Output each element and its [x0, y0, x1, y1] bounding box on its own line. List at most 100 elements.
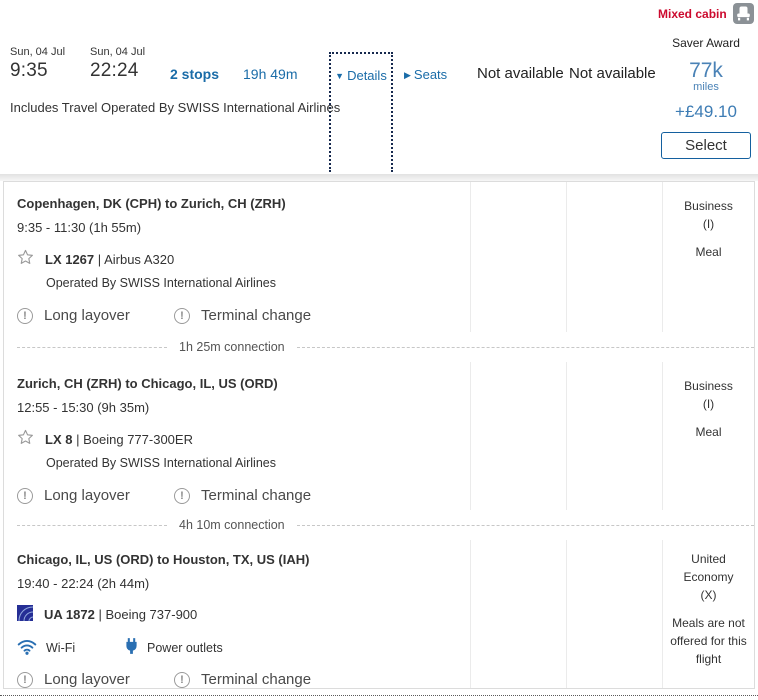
details-label: Details: [347, 68, 387, 83]
chevron-right-icon: ▶: [404, 70, 411, 81]
segment-1-route: Copenhagen, DK (CPH) to Zurich, CH (ZRH): [17, 196, 470, 211]
meal-info: Meal: [667, 423, 750, 441]
segment-1-flight-row: LX 1267 | Airbus A320: [17, 249, 470, 269]
segment-2-flight-row: LX 8 | Boeing 777-300ER: [17, 429, 470, 449]
depart-date: Sun, 04 Jul: [10, 46, 65, 58]
dashed-divider: [17, 525, 167, 526]
segment-1-cabin-info: Business (I) Meal: [662, 182, 754, 332]
duration-label: 19h 49m: [243, 66, 297, 82]
segment-row-1: Copenhagen, DK (CPH) to Zurich, CH (ZRH)…: [4, 182, 754, 332]
fare-not-available-2: Not available: [569, 65, 656, 82]
segment-1-warnings: !Long layover !Terminal change: [17, 307, 470, 324]
segment-3-amenities: Wi-Fi Power outlets: [17, 638, 470, 658]
cash-price: +£49.10: [657, 102, 755, 122]
segment-3-times: 19:40 - 22:24 (2h 44m): [17, 576, 470, 591]
fare-not-available-1: Not available: [477, 65, 564, 82]
separator: |: [76, 432, 79, 447]
flight-summary-row: Sun, 04 Jul 9:35 Sun, 04 Jul 22:24 2 sto…: [0, 0, 758, 174]
arrive-date: Sun, 04 Jul: [90, 46, 145, 58]
power-amenity: Power outlets: [125, 638, 223, 658]
connection-label: 1h 25m connection: [179, 340, 285, 354]
arrive-time: 22:24: [90, 60, 139, 82]
section-gap: [0, 174, 758, 181]
segment-2-cabin-info: Business (I) Meal: [662, 362, 754, 510]
details-toggle-button[interactable]: ▼Details: [335, 68, 387, 83]
details-empty-column: [566, 540, 662, 688]
warning-long-layover: !Long layover: [17, 307, 174, 324]
seat-icon[interactable]: [733, 3, 754, 29]
flight-details-panel: Copenhagen, DK (CPH) to Zurich, CH (ZRH)…: [3, 181, 755, 689]
segment-3-main: Chicago, IL, US (ORD) to Houston, TX, US…: [4, 540, 470, 688]
bottom-dotted-divider: [0, 695, 758, 696]
select-button[interactable]: Select: [661, 132, 751, 159]
aircraft-type: Airbus A320: [104, 252, 174, 267]
warning-icon: !: [174, 488, 190, 504]
details-empty-column: [470, 540, 566, 688]
segment-row-2: Zurich, CH (ZRH) to Chicago, IL, US (ORD…: [4, 362, 754, 510]
flight-number: LX 8: [45, 432, 72, 447]
mixed-cabin-label: Mixed cabin: [658, 7, 727, 21]
connection-row-2: 4h 10m connection: [4, 510, 754, 540]
warning-long-layover: !Long layover: [17, 671, 174, 688]
meal-info: Meal: [667, 243, 750, 261]
dashed-divider: [297, 347, 754, 348]
cabin-name: Business: [667, 377, 750, 395]
cabin-name: United Economy: [667, 550, 750, 586]
wifi-amenity: Wi-Fi: [17, 639, 125, 658]
segment-3-cabin-info: United Economy (X) Meals are not offered…: [662, 540, 754, 688]
warning-icon: !: [17, 308, 33, 324]
warning-icon: !: [17, 672, 33, 688]
warning-terminal-change: !Terminal change: [174, 671, 311, 688]
details-empty-column: [470, 182, 566, 332]
cabin-name: Business: [667, 197, 750, 215]
segment-1-main: Copenhagen, DK (CPH) to Zurich, CH (ZRH)…: [4, 182, 470, 332]
separator: |: [98, 607, 101, 622]
swiss-star-icon: [17, 249, 34, 269]
warning-icon: !: [174, 672, 190, 688]
warning-icon: !: [17, 488, 33, 504]
miles-value: 77k: [657, 60, 755, 81]
segment-3-flight-text: UA 1872 | Boeing 737-900: [44, 607, 197, 622]
operated-note: Includes Travel Operated By SWISS Intern…: [10, 100, 340, 115]
aircraft-type: Boeing 737-900: [105, 607, 197, 622]
connection-row-1: 1h 25m connection: [4, 332, 754, 362]
details-empty-column: [566, 182, 662, 332]
warning-terminal-change: !Terminal change: [174, 307, 311, 324]
segment-1-times: 9:35 - 11:30 (1h 55m): [17, 220, 470, 235]
stops-link[interactable]: 2 stops: [170, 66, 219, 82]
award-name: Saver Award: [657, 36, 755, 50]
details-empty-column: [566, 362, 662, 510]
dashed-divider: [297, 525, 754, 526]
segment-2-warnings: !Long layover !Terminal change: [17, 487, 470, 504]
cabin-code: (X): [667, 586, 750, 604]
segment-2-flight-text: LX 8 | Boeing 777-300ER: [45, 432, 193, 447]
connection-label: 4h 10m connection: [179, 518, 285, 532]
segment-1-flight-text: LX 1267 | Airbus A320: [45, 252, 174, 267]
flight-number: LX 1267: [45, 252, 94, 267]
cabin-code: (I): [667, 215, 750, 233]
warning-terminal-change: !Terminal change: [174, 487, 311, 504]
swiss-star-icon: [17, 429, 34, 449]
wifi-icon: [17, 639, 37, 658]
segment-1-operated-by: Operated By SWISS International Airlines: [46, 276, 470, 290]
segment-3-flight-row: UA 1872 | Boeing 737-900: [17, 605, 470, 624]
flight-number: UA 1872: [44, 607, 95, 622]
segment-2-operated-by: Operated By SWISS International Airlines: [46, 456, 470, 470]
segment-2-main: Zurich, CH (ZRH) to Chicago, IL, US (ORD…: [4, 362, 470, 510]
seats-label: Seats: [414, 67, 447, 82]
segment-3-warnings: !Long layover !Terminal change: [17, 671, 470, 688]
united-globe-icon: [17, 605, 33, 624]
power-plug-icon: [125, 638, 138, 658]
details-empty-column: [470, 362, 566, 510]
aircraft-type: Boeing 777-300ER: [83, 432, 193, 447]
seats-button[interactable]: ▶Seats: [404, 67, 447, 82]
dashed-divider: [17, 347, 167, 348]
saver-award-column: Saver Award 77k miles +£49.10 Select: [657, 36, 755, 159]
segment-3-route: Chicago, IL, US (ORD) to Houston, TX, US…: [17, 552, 470, 567]
warning-long-layover: !Long layover: [17, 487, 174, 504]
miles-unit: miles: [657, 81, 755, 94]
meal-info: Meals are not offered for this flight: [667, 614, 750, 668]
cabin-code: (I): [667, 395, 750, 413]
segment-2-route: Zurich, CH (ZRH) to Chicago, IL, US (ORD…: [17, 376, 470, 391]
segment-row-3: Chicago, IL, US (ORD) to Houston, TX, US…: [4, 540, 754, 688]
